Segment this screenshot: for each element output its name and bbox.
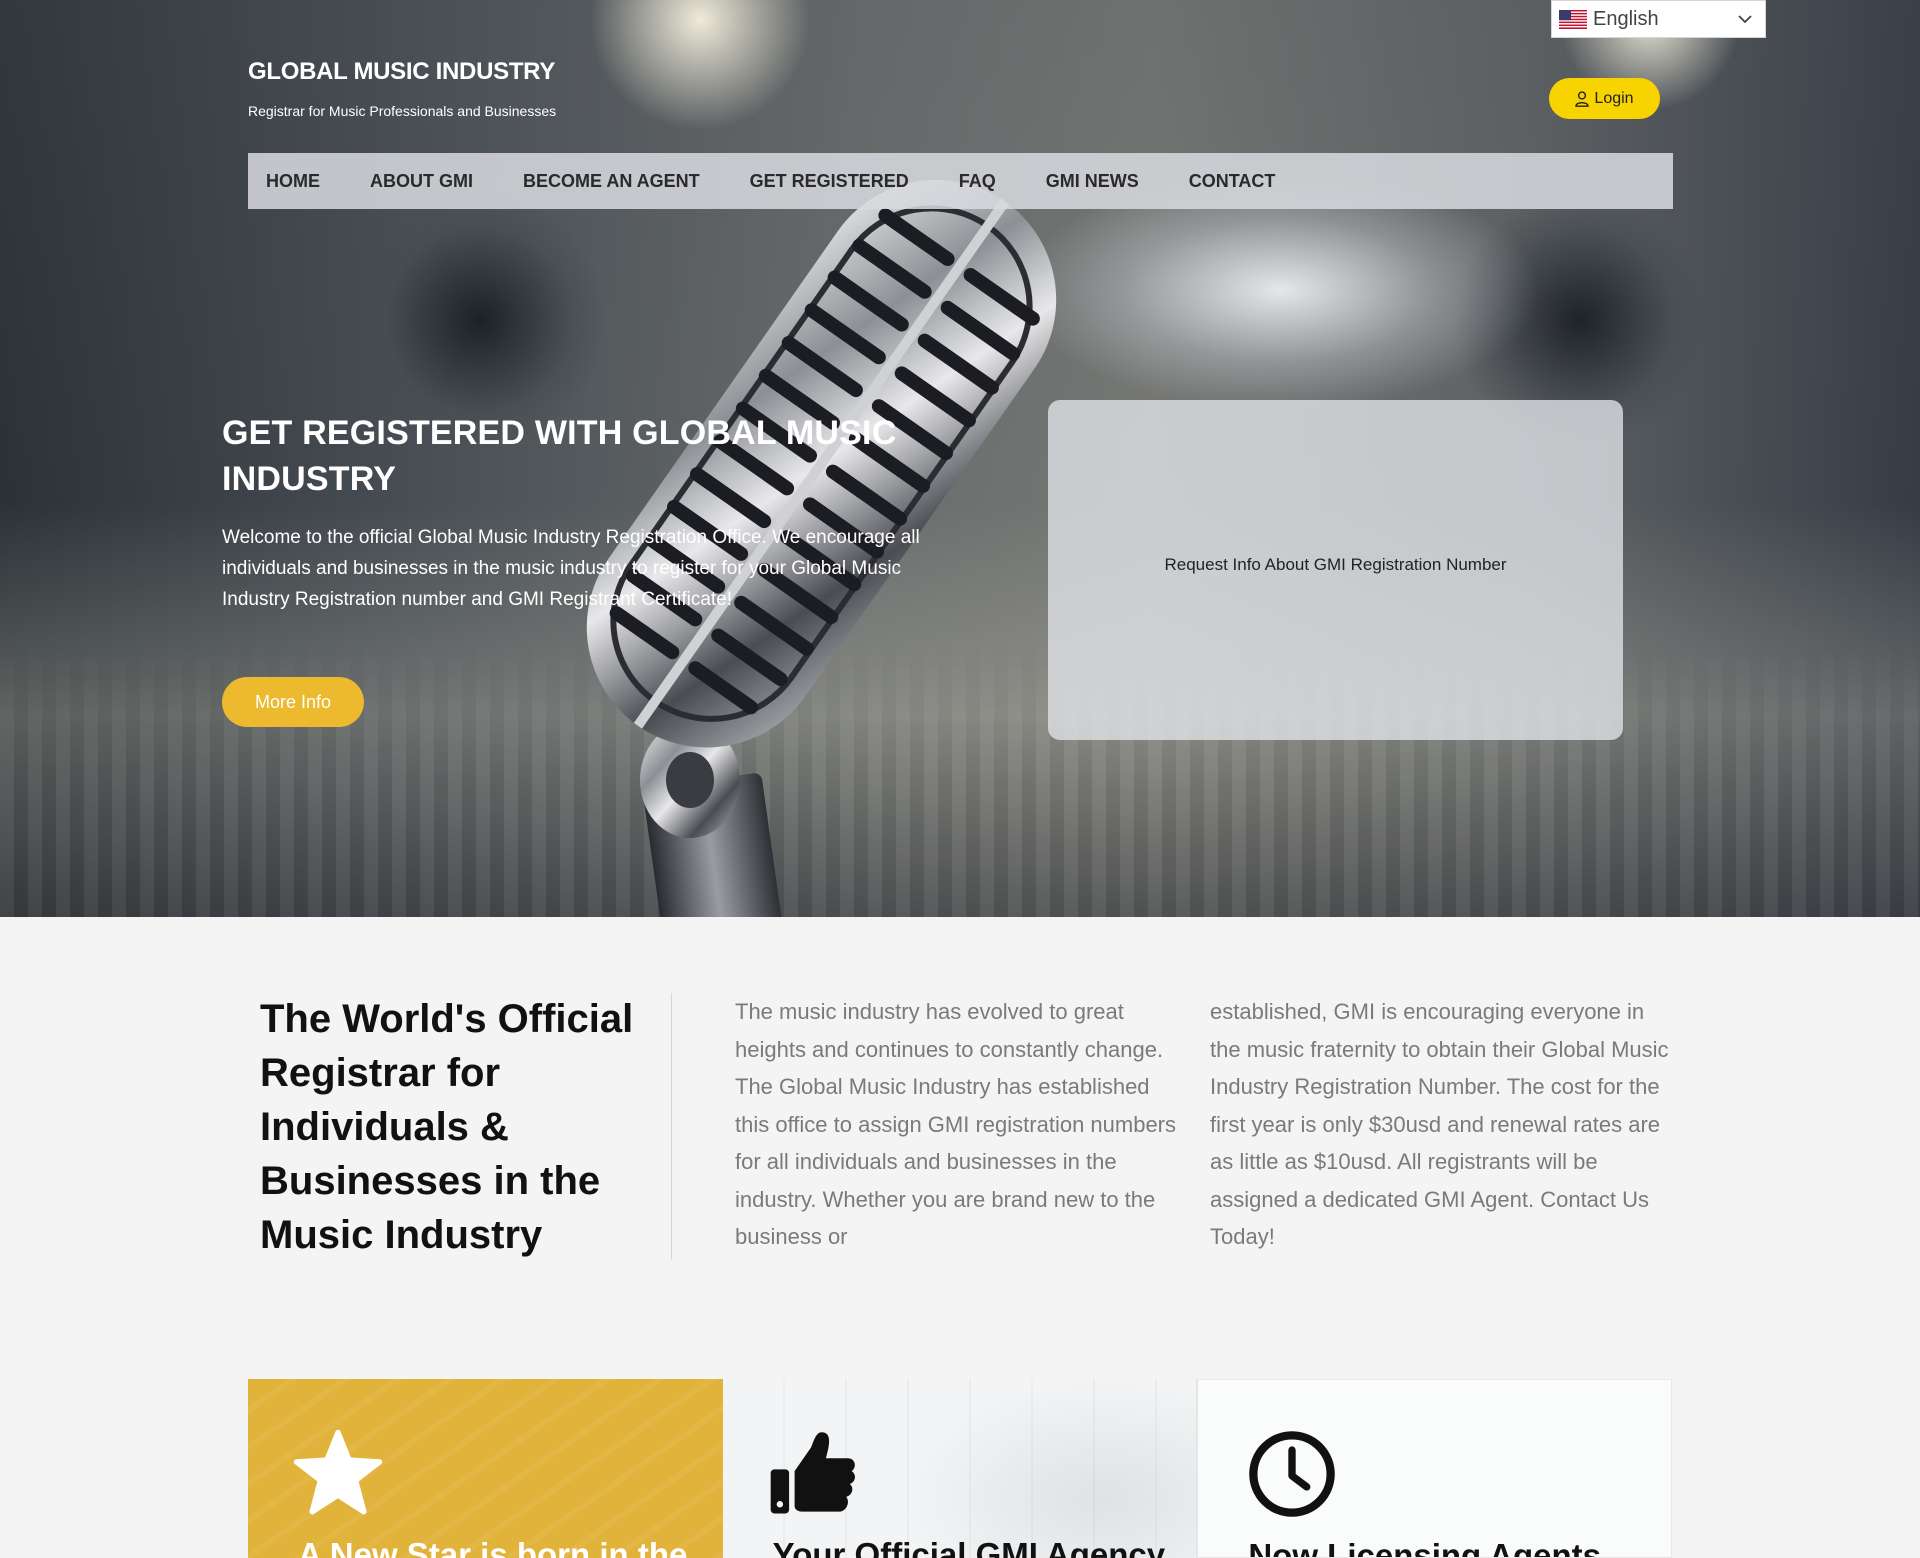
feature-card-title: Now Licensing Agents bbox=[1248, 1537, 1601, 1558]
about-text-column-1: The music industry has evolved to great … bbox=[735, 999, 1177, 1249]
about-heading: The World's Official Registrar for Indiv… bbox=[260, 997, 634, 1257]
us-flag-icon bbox=[1559, 9, 1587, 29]
language-selected: English bbox=[1593, 7, 1659, 30]
feature-card-licensing-agents[interactable]: Now Licensing Agents bbox=[1197, 1379, 1672, 1558]
site-title[interactable]: GLOBAL MUSIC INDUSTRY bbox=[248, 58, 556, 86]
hero-text: GET REGISTERED WITH GLOBAL MUSIC INDUSTR… bbox=[222, 410, 942, 615]
nav-item-gmi-news[interactable]: GMI NEWS bbox=[1046, 171, 1139, 192]
site-brand[interactable]: GLOBAL MUSIC INDUSTRY Registrar for Musi… bbox=[248, 58, 556, 119]
nav-item-about-gmi[interactable]: ABOUT GMI bbox=[370, 171, 473, 192]
about-divider bbox=[671, 993, 672, 1260]
thumbs-up-icon bbox=[770, 1432, 855, 1514]
hero-heading: GET REGISTERED WITH GLOBAL MUSIC INDUSTR… bbox=[222, 414, 897, 498]
star-icon bbox=[293, 1429, 383, 1515]
login-button[interactable]: Login bbox=[1549, 78, 1660, 119]
request-info-form[interactable]: Request Info About GMI Registration Numb… bbox=[1048, 400, 1623, 740]
request-info-title: Request Info About GMI Registration Numb… bbox=[1164, 555, 1507, 574]
main-nav: HOME ABOUT GMI BECOME AN AGENT GET REGIS… bbox=[248, 153, 1673, 209]
feature-card-title: A New Star is born in the bbox=[298, 1536, 688, 1558]
nav-item-become-an-agent[interactable]: BECOME AN AGENT bbox=[523, 171, 700, 192]
nav-item-contact[interactable]: CONTACT bbox=[1189, 171, 1276, 192]
about-text-column-2: established, GMI is encouraging everyone… bbox=[1210, 999, 1669, 1249]
nav-item-get-registered[interactable]: GET REGISTERED bbox=[750, 171, 909, 192]
feature-card-gmi-agency[interactable]: Your Official GMI Agency bbox=[722, 1379, 1198, 1558]
nav-item-home[interactable]: HOME bbox=[266, 171, 320, 192]
hero-body: Welcome to the official Global Music Ind… bbox=[222, 527, 920, 610]
feature-card-title: Your Official GMI Agency bbox=[772, 1536, 1166, 1558]
hero-section: GLOBAL MUSIC INDUSTRY Registrar for Musi… bbox=[0, 0, 1920, 917]
login-label: Login bbox=[1594, 89, 1634, 107]
nav-item-faq[interactable]: FAQ bbox=[959, 171, 996, 192]
feature-card-new-star[interactable]: A New Star is born in the bbox=[248, 1379, 723, 1558]
clock-icon bbox=[1249, 1431, 1336, 1517]
feature-cards: A New Star is born in the Your Official … bbox=[248, 1379, 1672, 1558]
site-tagline: Registrar for Music Professionals and Bu… bbox=[248, 103, 557, 119]
more-info-button[interactable]: More Info bbox=[222, 677, 364, 727]
user-icon bbox=[1575, 90, 1590, 107]
language-selector[interactable]: English bbox=[1551, 0, 1766, 38]
chevron-down-icon bbox=[1738, 15, 1752, 24]
